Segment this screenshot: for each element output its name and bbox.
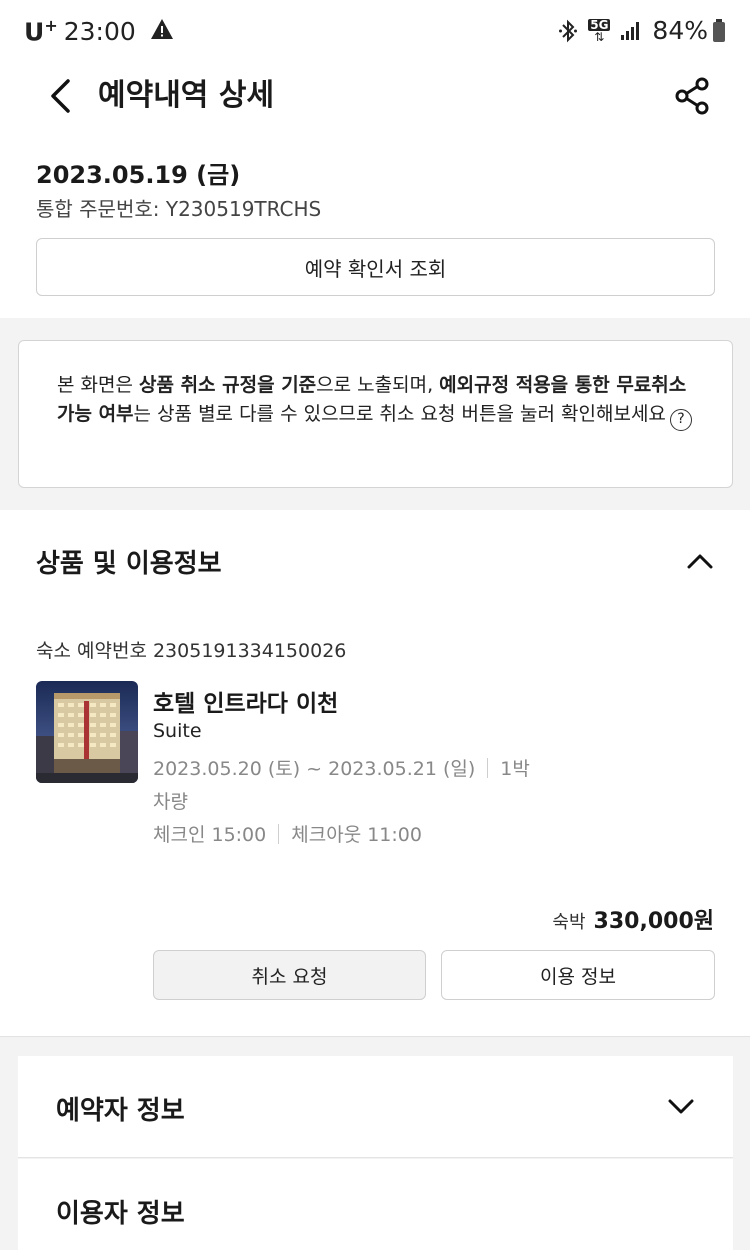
stay-reservation-number: 숙소 예약번호 2305191334150026 <box>36 640 347 662</box>
price-value: 330,000원 <box>593 909 714 934</box>
product-section-title: 상품 및 이용정보 <box>36 549 222 579</box>
view-confirmation-button[interactable]: 예약 확인서 조회 <box>36 238 715 296</box>
help-icon[interactable]: ? <box>669 408 692 431</box>
booker-info-title: 예약자 정보 <box>56 1096 185 1126</box>
chevron-left-icon <box>51 79 70 113</box>
price-row: 숙박 330,000원 <box>552 903 714 935</box>
divider <box>278 823 280 844</box>
check-times-row: 체크인 15:00 체크아웃 11:00 <box>153 820 422 847</box>
stay-dates: 2023.05.20 (토) ~ 2023.05.21 (일) <box>153 758 476 780</box>
divider <box>487 757 489 778</box>
order-date: 2023.05.19 (금) <box>36 161 241 189</box>
hotel-name[interactable]: 호텔 인트라다 이천 <box>153 684 338 718</box>
stay-dates-row: 2023.05.20 (토) ~ 2023.05.21 (일) 1박 <box>153 754 530 781</box>
back-button[interactable] <box>38 74 82 118</box>
checkin-time: 체크인 15:00 <box>153 824 267 846</box>
battery-icon <box>712 18 726 43</box>
share-button[interactable] <box>670 74 714 118</box>
booker-info-card[interactable]: 예약자 정보 <box>18 1056 733 1158</box>
checkout-time: 체크아웃 11:00 <box>291 824 422 846</box>
app-header: 예약내역 상세 <box>0 64 750 128</box>
cancel-request-button[interactable]: 취소 요청 <box>153 950 426 1000</box>
hotel-thumbnail[interactable] <box>36 681 138 783</box>
user-info-card[interactable]: 이용자 정보 <box>18 1159 733 1250</box>
status-time: 23:00 <box>63 16 136 46</box>
warning-icon <box>150 17 174 46</box>
share-icon <box>675 77 709 115</box>
room-type: Suite <box>153 720 202 742</box>
user-info-title: 이용자 정보 <box>56 1199 185 1229</box>
battery-percent: 84% <box>652 16 708 45</box>
cancellation-notice: 본 화면은 상품 취소 규정을 기준으로 노출되며, 예외규정 적용을 통한 무… <box>18 340 733 488</box>
chevron-up-icon <box>687 554 713 569</box>
usage-info-button[interactable]: 이용 정보 <box>441 950 715 1000</box>
signal-icon <box>620 21 642 41</box>
carrier-label: U+ <box>24 16 58 47</box>
status-bar: U+ 23:00 5G ⇅ 84% <box>0 0 750 64</box>
network-5g-icon: 5G ⇅ <box>588 17 611 44</box>
expand-booker-button[interactable] <box>663 1089 699 1125</box>
price-label: 숙박 <box>552 912 586 933</box>
transport-label: 차량 <box>153 791 188 813</box>
page-title: 예약내역 상세 <box>98 78 275 113</box>
stay-nights: 1박 <box>500 758 530 780</box>
bluetooth-icon <box>558 19 578 43</box>
chevron-down-icon <box>668 1099 694 1114</box>
collapse-product-button[interactable] <box>682 543 718 579</box>
order-number: 통합 주문번호: Y230519TRCHS <box>36 197 322 221</box>
